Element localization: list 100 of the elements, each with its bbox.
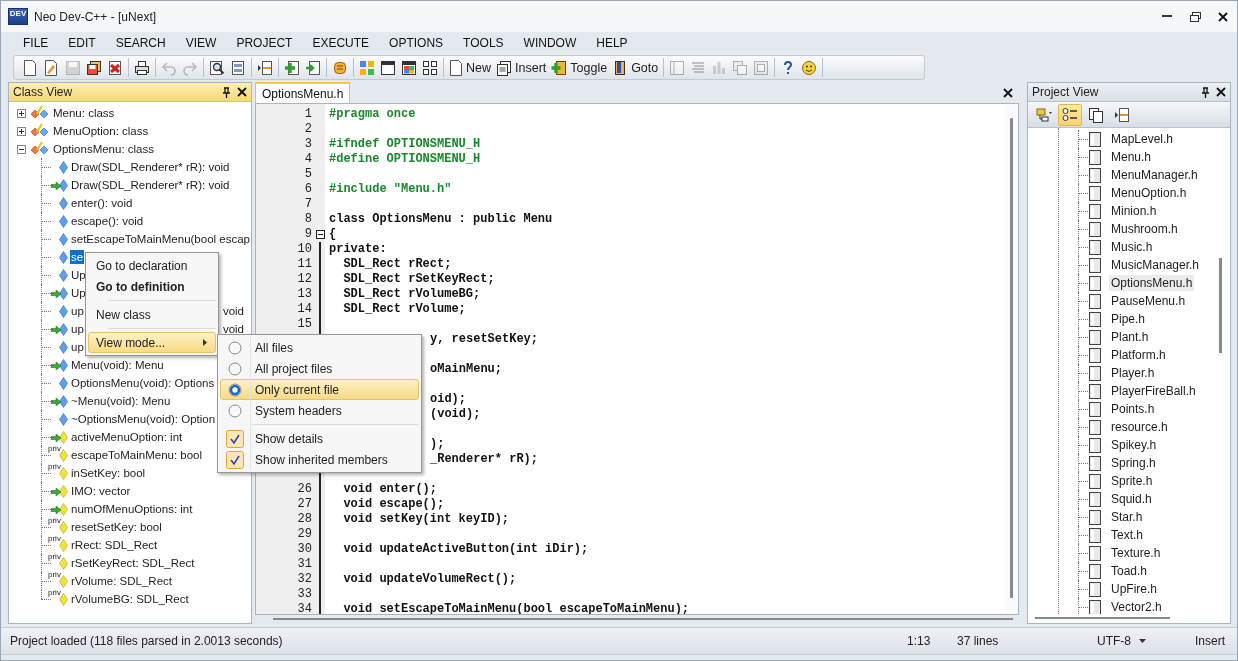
scrollbar[interactable]	[1219, 258, 1222, 353]
menu-item[interactable]: Show inherited members	[220, 449, 419, 470]
tree-item[interactable]: setEscapeToMainMenu(bool escap	[70, 232, 251, 246]
tree-item[interactable]: Menu: class	[52, 106, 116, 120]
tree-item[interactable]: Pipe.h	[1109, 311, 1148, 327]
tree-item[interactable]: Menu(void): Menu	[70, 358, 165, 372]
tree-item[interactable]: Text.h	[1109, 527, 1145, 543]
toolbar-button[interactable]	[1058, 103, 1082, 126]
tree-item[interactable]: rRect: SDL_Rect	[70, 538, 159, 552]
toolbar-button[interactable]: Insert	[494, 56, 549, 79]
editor-tab[interactable]: OptionsMenu.h	[255, 82, 351, 103]
tree-item[interactable]: Music.h	[1109, 239, 1155, 255]
menu-item[interactable]: EXECUTE	[302, 33, 380, 53]
checked-box-icon[interactable]	[226, 429, 244, 448]
menu-item[interactable]: New class	[88, 304, 216, 325]
collapse-icon[interactable]	[316, 230, 325, 239]
tree-item[interactable]: Squid.h	[1109, 491, 1154, 507]
tree-item[interactable]: OptionsMenu: class	[52, 142, 155, 156]
tree-item[interactable]: se	[70, 250, 85, 264]
scrollbar[interactable]	[1005, 104, 1018, 614]
expand-icon[interactable]	[17, 108, 26, 118]
tree-item[interactable]: resource.h	[1109, 419, 1170, 435]
toolbar-button[interactable]: Toggle	[549, 56, 610, 79]
menu-item[interactable]: Show details	[220, 428, 419, 449]
tree-item[interactable]: UpFire.h	[1109, 581, 1159, 597]
tree-item[interactable]: Player.h	[1109, 365, 1157, 381]
tree-item[interactable]: Vector2.h	[1109, 599, 1164, 614]
radio-icon[interactable]	[228, 403, 242, 418]
menu-item[interactable]: View mode...	[88, 332, 216, 353]
tree-item[interactable]: up	[70, 322, 85, 336]
close-button[interactable]	[1216, 87, 1226, 97]
tree-item[interactable]: MapLevel.h	[1109, 131, 1176, 147]
checked-box-icon[interactable]	[226, 450, 244, 469]
tree-item[interactable]: resetSetKey: bool	[70, 520, 163, 534]
tree-item[interactable]: Spring.h	[1109, 455, 1158, 471]
tree-item[interactable]: Plant.h	[1109, 329, 1151, 345]
radio-icon[interactable]	[228, 361, 242, 376]
menu-item[interactable]: HELP	[586, 33, 638, 53]
menu-item[interactable]: EDIT	[58, 33, 106, 53]
menu-item[interactable]: VIEW	[175, 33, 227, 53]
expand-icon[interactable]	[17, 126, 26, 136]
tree-item[interactable]: up	[70, 304, 85, 318]
tree-item[interactable]: OptionsMenu.h	[1109, 275, 1195, 291]
tree-item[interactable]: rSetKeyRect: SDL_Rect	[70, 556, 196, 570]
tree-item[interactable]: PauseMenu.h	[1109, 293, 1188, 309]
tree-item[interactable]: rVolumeBG: SDL_Rect	[70, 592, 190, 606]
toolbar-button[interactable]: New	[447, 56, 493, 79]
pin-button[interactable]	[1201, 86, 1210, 98]
tree-item[interactable]: Draw(SDL_Renderer* rR): void	[70, 178, 231, 192]
menu-item[interactable]: SEARCH	[105, 33, 176, 53]
tree-item[interactable]: activeMenuOption: int	[70, 430, 184, 444]
tree-item[interactable]: up	[70, 340, 85, 354]
menu-item[interactable]: FILE	[13, 33, 59, 53]
tree-item[interactable]: MusicManager.h	[1109, 257, 1202, 273]
tree-item[interactable]: MenuManager.h	[1109, 167, 1200, 183]
menu-item[interactable]: All files	[220, 337, 419, 358]
tree-item[interactable]: rVolume: SDL_Rect	[70, 574, 173, 588]
menu-item[interactable]: WINDOW	[513, 33, 587, 53]
tree-item[interactable]: escape(): void	[70, 214, 145, 228]
encoding-dropdown[interactable]: UTF-8	[1097, 634, 1195, 648]
tree-item[interactable]: Spikey.h	[1109, 437, 1159, 453]
tree-item[interactable]: Mushroom.h	[1109, 221, 1180, 237]
menu-item[interactable]: PROJECT	[226, 33, 303, 53]
tree-item[interactable]: Platform.h	[1109, 347, 1168, 363]
collapse-icon[interactable]	[17, 144, 26, 154]
radio-selected-icon[interactable]	[228, 382, 242, 397]
tree-item[interactable]: numOfMenuOptions: int	[70, 502, 194, 516]
toolbar-button[interactable]: Goto	[610, 56, 661, 79]
menu-item[interactable]: OPTIONS	[379, 33, 454, 53]
pin-button[interactable]	[222, 86, 231, 98]
menu-item[interactable]: System headers	[220, 400, 419, 421]
close-button[interactable]	[237, 87, 247, 97]
tree-item[interactable]: inSetKey: bool	[70, 466, 147, 480]
tree-item[interactable]: Star.h	[1109, 509, 1145, 525]
tree-item[interactable]: Minion.h	[1109, 203, 1159, 219]
tree-item[interactable]: Toad.h	[1109, 563, 1150, 579]
close-button[interactable]	[1003, 87, 1013, 98]
menu-item[interactable]: Go to declaration	[88, 255, 216, 276]
tree-item[interactable]: ~OptionsMenu(void): Option	[70, 412, 217, 426]
radio-icon[interactable]	[228, 340, 242, 355]
field-icon	[59, 557, 68, 570]
tree-item[interactable]: IMO: vector	[70, 484, 132, 498]
tree-item[interactable]: MenuOption.h	[1109, 185, 1189, 201]
tree-item[interactable]: Up	[70, 286, 87, 300]
tree-item[interactable]: enter(): void	[70, 196, 134, 210]
tree-item[interactable]: escapeToMainMenu: bool	[70, 448, 204, 462]
tree-item[interactable]: Draw(SDL_Renderer* rR): void	[70, 160, 231, 174]
tree-item[interactable]: ~Menu(void): Menu	[70, 394, 172, 408]
tree-item[interactable]: Points.h	[1109, 401, 1157, 417]
tree-item[interactable]: MenuOption: class	[52, 124, 150, 138]
tree-item[interactable]: PlayerFireBall.h	[1109, 383, 1198, 399]
menu-item[interactable]: TOOLS	[453, 33, 514, 53]
menu-item[interactable]: All project files	[220, 358, 419, 379]
tree-item[interactable]: Sprite.h	[1109, 473, 1155, 489]
tree-item[interactable]: Up	[70, 268, 87, 282]
menu-item[interactable]: Go to definition	[88, 276, 216, 297]
menu-item[interactable]: Only current file	[220, 379, 419, 400]
tree-item[interactable]: Menu.h	[1109, 149, 1154, 165]
tree-item[interactable]: Texture.h	[1109, 545, 1163, 561]
tree-item[interactable]: OptionsMenu(void): Options	[70, 376, 216, 390]
